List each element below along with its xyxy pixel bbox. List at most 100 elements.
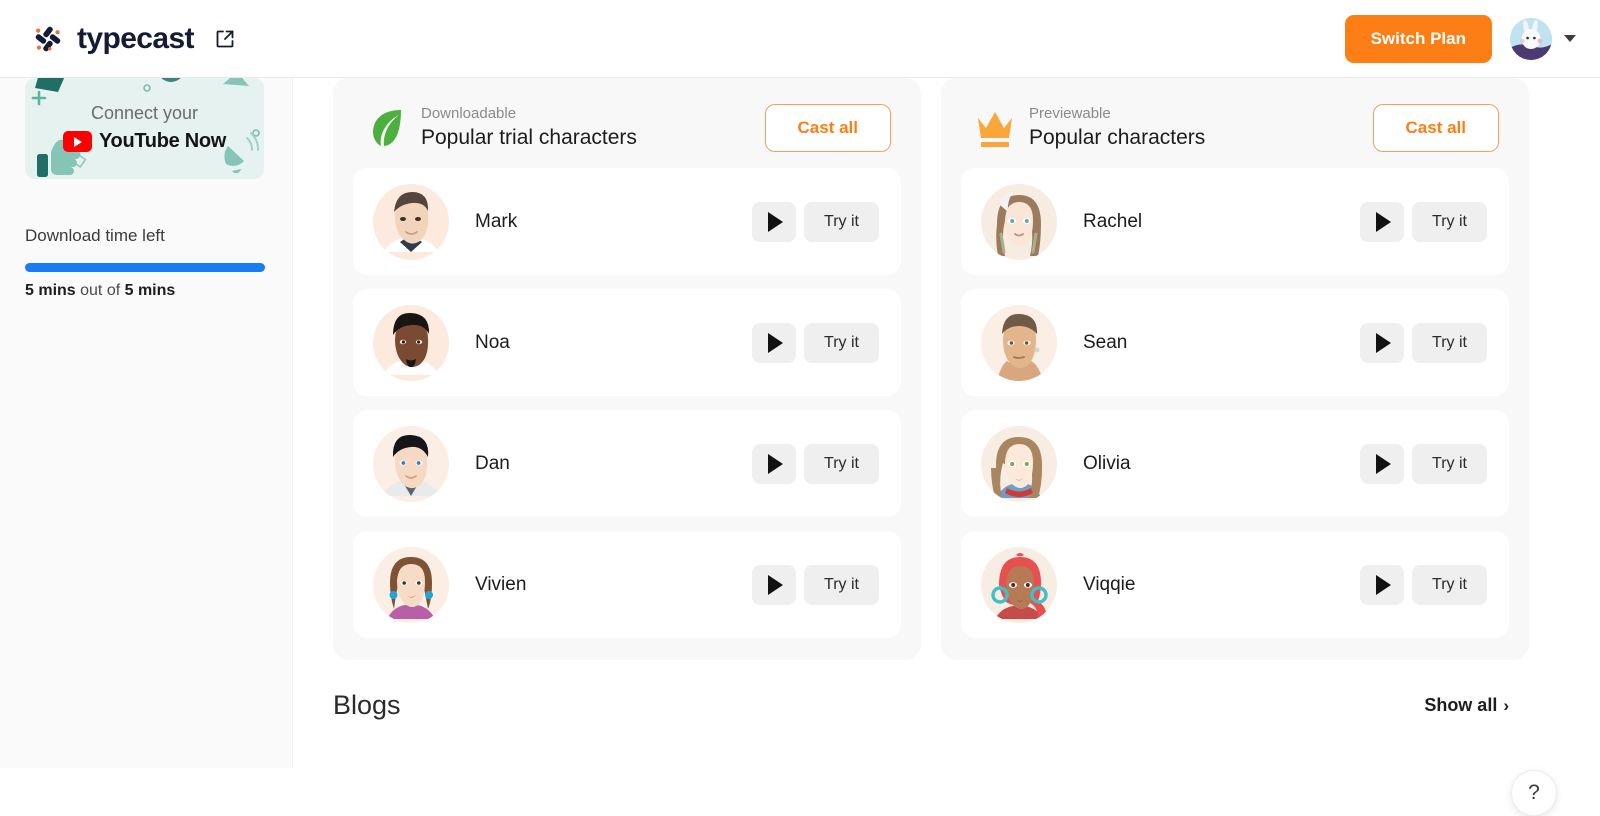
play-icon — [768, 211, 784, 232]
character-cards-row: Downloadable Popular trial characters Ca… — [333, 78, 1529, 660]
connect-youtube-banner[interactable]: Connect your YouTube Now — [25, 78, 264, 179]
character-name: Mark — [475, 210, 518, 232]
avatar-olivia-icon — [981, 425, 1057, 502]
row-actions: Try it — [1360, 322, 1487, 363]
character-row-vivien[interactable]: Vivien Try it — [353, 531, 901, 638]
download-used: 5 mins — [25, 282, 76, 299]
character-name: Noa — [475, 331, 510, 353]
download-progress-fill — [25, 263, 265, 272]
card-kicker: Previewable — [1029, 105, 1111, 123]
row-actions: Try it — [1360, 201, 1487, 242]
play-icon — [1376, 453, 1392, 474]
download-time-left-label: Download time left — [25, 226, 165, 245]
brand-name: typecast — [77, 21, 195, 55]
download-progress-bar — [25, 263, 265, 272]
cast-all-button[interactable]: Cast all — [764, 104, 891, 152]
card-title: Popular characters — [1029, 125, 1206, 149]
blogs-title: Blogs — [333, 690, 401, 720]
play-icon — [1376, 332, 1392, 353]
character-name: Rachel — [1083, 210, 1143, 232]
download-separator: out of — [75, 282, 125, 299]
card-title: Popular trial characters — [421, 125, 637, 149]
play-button[interactable] — [752, 564, 797, 605]
avatar-noa-icon — [373, 304, 449, 381]
play-button[interactable] — [1360, 564, 1405, 605]
avatar-viqqie-icon — [981, 546, 1057, 623]
play-button[interactable] — [1360, 443, 1405, 484]
avatar-vivien-icon — [373, 546, 449, 623]
crown-icon — [975, 106, 1015, 150]
play-icon — [768, 574, 784, 595]
chevron-down-icon[interactable] — [1564, 35, 1576, 42]
banner-line-1: Connect your — [90, 103, 199, 123]
switch-plan-button[interactable]: Switch Plan — [1344, 14, 1492, 63]
try-it-button[interactable]: Try it — [1412, 322, 1487, 363]
character-row-noa[interactable]: Noa Try it — [353, 289, 901, 396]
card-header: Previewable Popular characters Cast all — [961, 100, 1509, 156]
card-header-texts: Downloadable Popular trial characters — [421, 106, 637, 150]
blogs-section-bar: Blogs Show all › — [333, 690, 1509, 721]
row-actions: Try it — [1360, 443, 1487, 484]
row-actions: Try it — [752, 201, 879, 242]
try-it-button[interactable]: Try it — [804, 322, 879, 363]
character-name: Vivien — [475, 573, 527, 595]
brand-logo[interactable]: typecast — [33, 21, 236, 55]
character-row-rachel[interactable]: Rachel Try it — [961, 168, 1509, 275]
character-name: Sean — [1083, 331, 1128, 353]
row-actions: Try it — [1360, 564, 1487, 605]
try-it-button[interactable]: Try it — [804, 201, 879, 242]
card-header-texts: Previewable Popular characters — [1029, 106, 1205, 150]
user-avatar-rabbit-icon[interactable] — [1510, 17, 1552, 60]
main-content: Downloadable Popular trial characters Ca… — [293, 78, 1600, 816]
top-header-bar: typecast Switch Plan — [0, 0, 1600, 78]
avatar-sean-icon — [981, 304, 1057, 381]
character-name: Olivia — [1083, 452, 1131, 474]
help-button[interactable]: ? — [1511, 770, 1557, 816]
chevron-right-icon: › — [1503, 695, 1509, 715]
left-sidebar: Connect your YouTube Now Download time l… — [0, 78, 293, 768]
character-row-viqqie[interactable]: Viqqie Try it — [961, 531, 1509, 638]
try-it-button[interactable]: Try it — [1412, 564, 1487, 605]
character-name: Dan — [475, 452, 510, 474]
play-icon — [1376, 211, 1392, 232]
row-actions: Try it — [752, 443, 879, 484]
cast-all-button[interactable]: Cast all — [1372, 104, 1499, 152]
leaf-icon — [367, 106, 407, 150]
try-it-button[interactable]: Try it — [1412, 201, 1487, 242]
play-button[interactable] — [752, 201, 797, 242]
character-row-mark[interactable]: Mark Try it — [353, 168, 901, 275]
account-menu[interactable] — [1510, 17, 1576, 60]
show-all-label: Show all — [1424, 695, 1498, 715]
download-status-text: 5 mins out of 5 mins — [25, 282, 175, 300]
try-it-button[interactable]: Try it — [1412, 443, 1487, 484]
card-header: Downloadable Popular trial characters Ca… — [353, 100, 901, 156]
download-total: 5 mins — [124, 282, 176, 299]
avatar-mark-icon — [373, 183, 449, 260]
character-name: Viqqie — [1083, 573, 1136, 595]
external-link-icon[interactable] — [214, 28, 236, 50]
avatar-dan-icon — [373, 425, 449, 502]
play-button[interactable] — [1360, 201, 1405, 242]
card-popular-trial-characters: Downloadable Popular trial characters Ca… — [333, 78, 921, 660]
show-all-blogs-link[interactable]: Show all › — [1424, 695, 1509, 716]
typecast-pinwheel-logo-icon — [33, 24, 63, 54]
header-actions: Switch Plan — [1344, 14, 1576, 63]
try-it-button[interactable]: Try it — [804, 443, 879, 484]
banner-line-2: YouTube Now — [25, 130, 264, 153]
character-row-dan[interactable]: Dan Try it — [353, 410, 901, 517]
card-popular-characters: Previewable Popular characters Cast all — [941, 78, 1529, 660]
try-it-button[interactable]: Try it — [804, 564, 879, 605]
play-icon — [1376, 574, 1392, 595]
play-button[interactable] — [752, 322, 797, 363]
avatar-rachel-icon — [981, 183, 1057, 260]
play-icon — [768, 453, 784, 474]
character-row-sean[interactable]: Sean Try it — [961, 289, 1509, 396]
card-kicker: Downloadable — [421, 105, 517, 123]
row-actions: Try it — [752, 564, 879, 605]
character-row-olivia[interactable]: Olivia Try it — [961, 410, 1509, 517]
banner-decoration — [31, 78, 260, 177]
row-actions: Try it — [752, 322, 879, 363]
play-icon — [768, 332, 784, 353]
play-button[interactable] — [1360, 322, 1405, 363]
play-button[interactable] — [752, 443, 797, 484]
